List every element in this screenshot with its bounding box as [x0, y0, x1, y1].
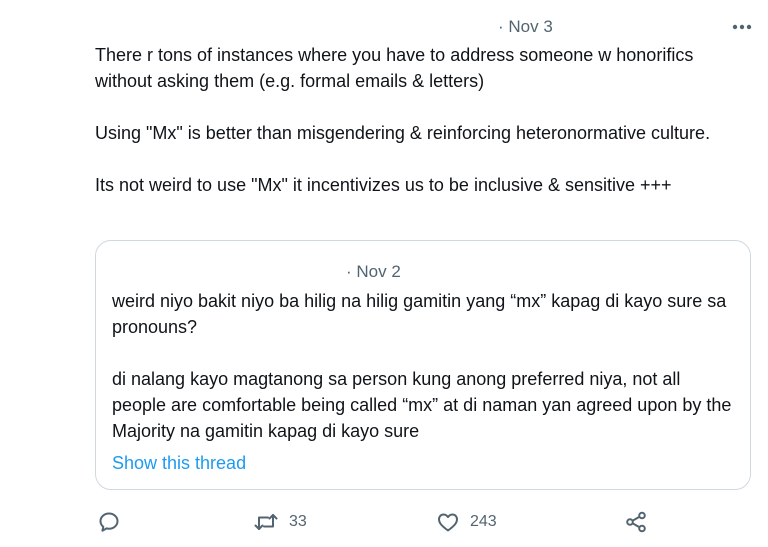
reply-button[interactable]: [97, 504, 121, 540]
retweet-icon: [253, 510, 279, 534]
share-button[interactable]: [624, 504, 648, 540]
more-options-button[interactable]: [728, 14, 756, 38]
like-count: 243: [470, 513, 497, 530]
tweet-actions: 33 243: [0, 504, 768, 540]
retweet-count: 33: [289, 513, 307, 530]
show-thread-link[interactable]: Show this thread: [112, 451, 246, 475]
tweet-text: There r tons of instances where you have…: [95, 42, 745, 198]
tweet-paragraph: Its not weird to use "Mx" it incentivize…: [95, 175, 672, 195]
tweet-date[interactable]: · Nov 3: [498, 16, 553, 38]
quoted-tweet[interactable]: · Nov 2 weird niyo bakit niyo ba hilig n…: [95, 240, 751, 490]
tweet: · Nov 3 There r tons of instances where …: [0, 0, 768, 547]
heart-icon: [436, 510, 460, 534]
retweet-button[interactable]: 33: [253, 504, 307, 540]
quoted-tweet-paragraph: weird niyo bakit niyo ba hilig na hilig …: [112, 291, 732, 337]
quoted-tweet-text: weird niyo bakit niyo ba hilig na hilig …: [112, 288, 732, 444]
quoted-tweet-paragraph: di nalang kayo magtanong sa person kung …: [112, 369, 737, 441]
more-horizontal-icon: [732, 17, 752, 35]
reply-icon: [97, 510, 121, 534]
tweet-paragraph: Using "Mx" is better than misgendering &…: [95, 123, 711, 143]
share-icon: [624, 510, 648, 534]
quoted-tweet-date[interactable]: · Nov 2: [346, 261, 401, 283]
tweet-paragraph: There r tons of instances where you have…: [95, 45, 699, 91]
like-button[interactable]: 243: [436, 504, 497, 540]
